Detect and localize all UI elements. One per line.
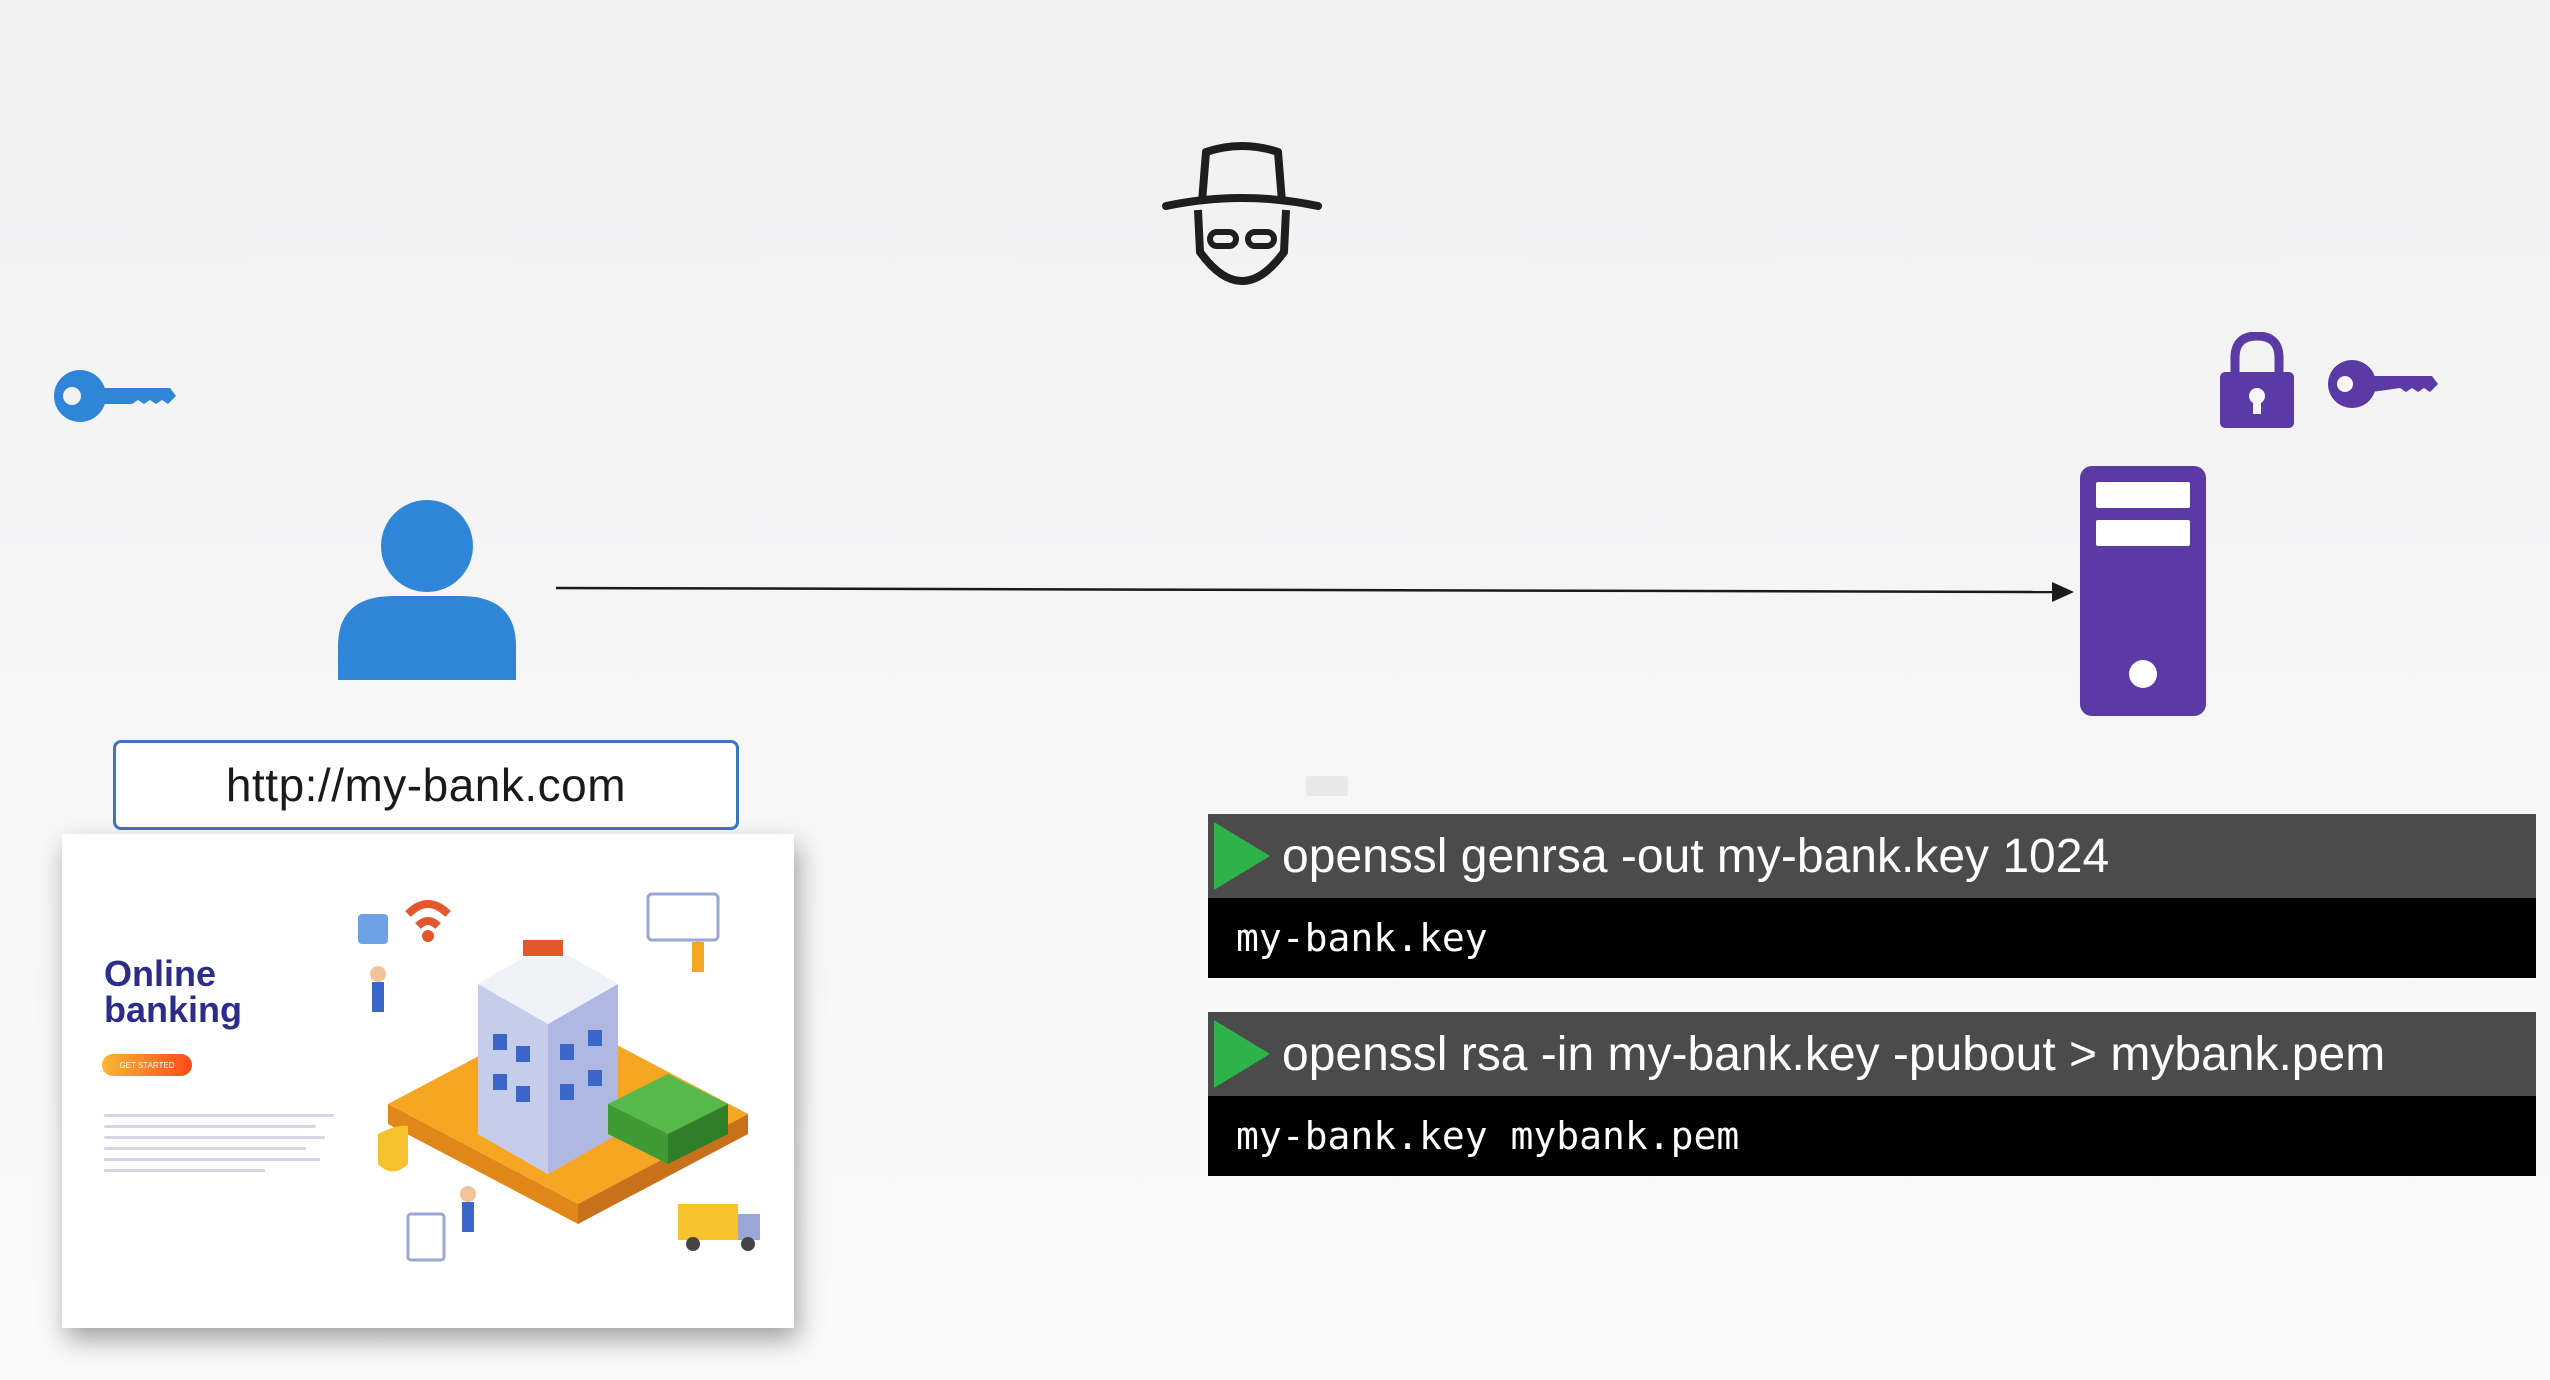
bank-title-line2: banking	[104, 989, 243, 1030]
user-icon	[338, 500, 516, 680]
hacker-icon	[1162, 142, 1322, 285]
bank-website-preview: Online banking GET STARTED	[62, 834, 794, 1328]
command-bar: openssl rsa -in my-bank.key -pubout > my…	[1208, 1012, 2536, 1096]
request-arrow	[556, 582, 2074, 602]
play-icon[interactable]	[1214, 1020, 1270, 1088]
command-bar: openssl genrsa -out my-bank.key 1024	[1208, 814, 2536, 898]
banking-illustration	[358, 892, 760, 1262]
divider-mark	[1306, 776, 1348, 796]
command-block-1: openssl genrsa -out my-bank.key 1024 my-…	[1208, 814, 2536, 978]
output-text: my-bank.key	[1236, 916, 1488, 960]
get-started-button[interactable]: GET STARTED	[102, 1054, 192, 1076]
url-bar[interactable]: http://my-bank.com	[113, 740, 739, 830]
lock-icon	[2220, 332, 2294, 428]
server-icon	[2080, 466, 2206, 716]
command-block-2: openssl rsa -in my-bank.key -pubout > my…	[1208, 1012, 2536, 1176]
bank-title-line1: Online	[104, 953, 217, 994]
bank-title: Online banking	[104, 956, 304, 1028]
command-text: openssl genrsa -out my-bank.key 1024	[1282, 829, 2110, 883]
url-text: http://my-bank.com	[225, 759, 627, 811]
command-output: my-bank.key mybank.pem	[1208, 1096, 2536, 1176]
server-key-icon	[2328, 360, 2438, 408]
client-key-icon	[54, 370, 176, 422]
placeholder-text-lines	[104, 1114, 334, 1180]
command-text: openssl rsa -in my-bank.key -pubout > my…	[1282, 1027, 2386, 1081]
play-icon[interactable]	[1214, 822, 1270, 890]
output-text: my-bank.key mybank.pem	[1236, 1114, 1740, 1158]
command-output: my-bank.key	[1208, 898, 2536, 978]
